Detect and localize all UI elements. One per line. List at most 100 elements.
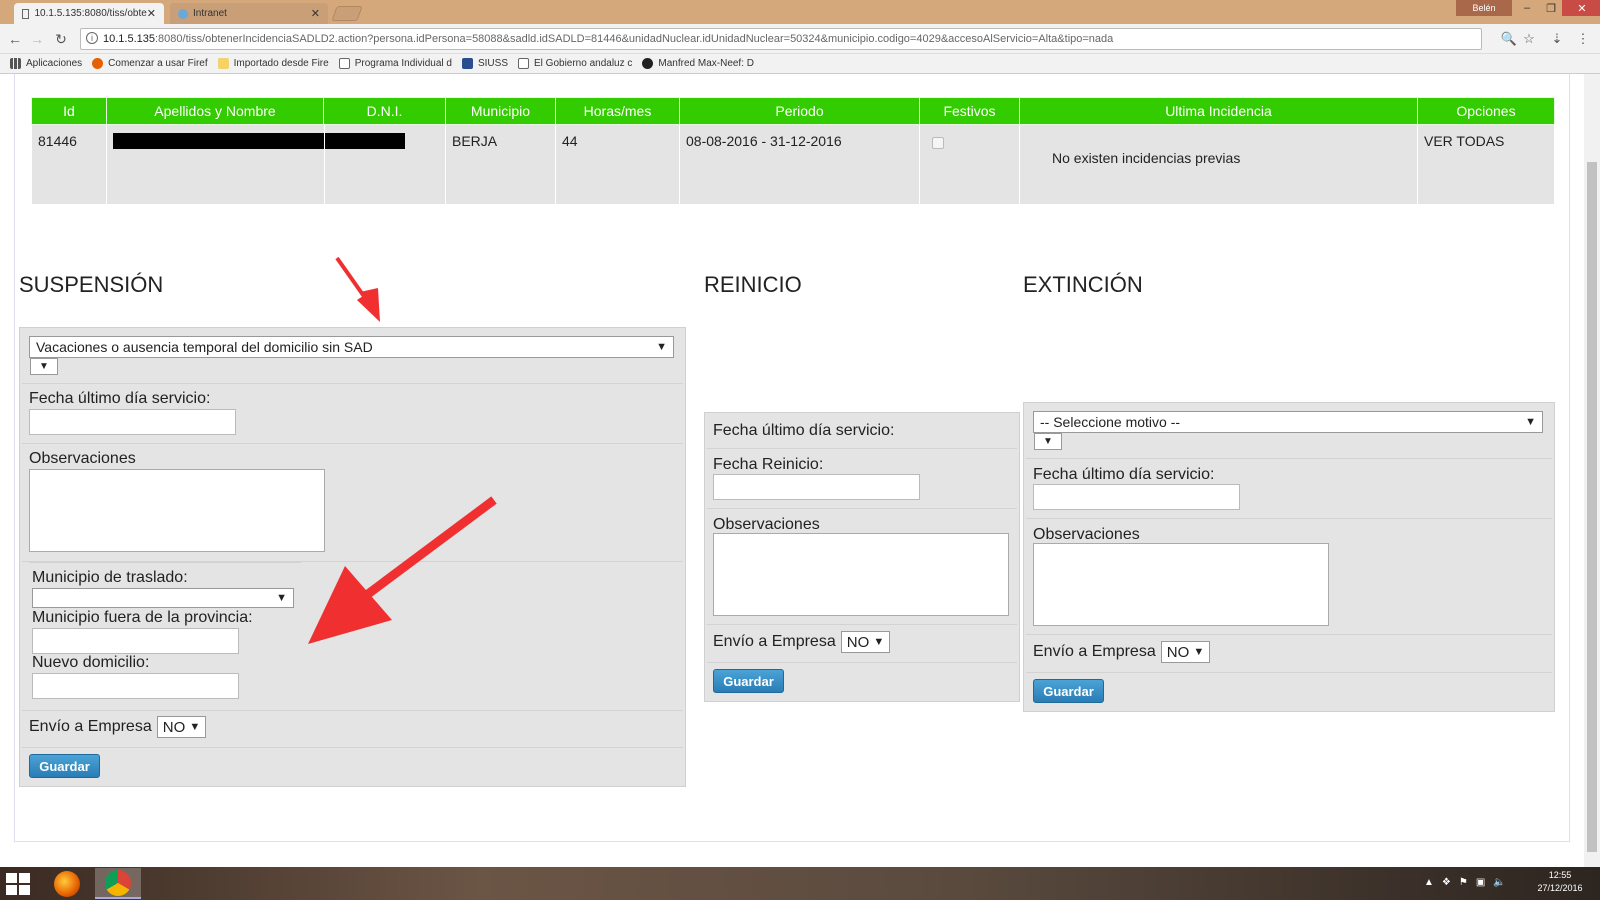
reinicio-fecha-input[interactable] — [713, 474, 920, 500]
close-tab-icon[interactable]: ✕ — [147, 7, 156, 20]
chevron-down-icon: ▼ — [656, 341, 667, 353]
ver-todas-link[interactable]: VER TODAS — [1417, 124, 1555, 205]
close-window-button[interactable]: ✕ — [1562, 0, 1600, 16]
bookmark-label: Aplicaciones — [26, 58, 83, 69]
bookmark-gobierno[interactable]: El Gobierno andaluz c — [518, 58, 632, 69]
col-header-horas: Horas/mes — [555, 97, 680, 125]
reinicio-envio-label: Envío a Empresa — [713, 633, 836, 650]
chevron-down-icon: ▼ — [39, 361, 49, 372]
extincion-submotivo-select[interactable]: ▼ — [1034, 433, 1062, 450]
nuevo-domicilio-label: Nuevo domicilio: — [32, 654, 150, 671]
extincion-fecha-input[interactable] — [1033, 484, 1240, 510]
url-host: 10.1.5.135 — [103, 33, 155, 45]
extincion-envio-value: NO — [1166, 643, 1190, 661]
menu-icon[interactable]: ⋮ — [1574, 30, 1592, 48]
page-favicon-icon — [22, 8, 30, 19]
extincion-obs-textarea[interactable] — [1033, 543, 1329, 626]
extincion-obs-label: Observaciones — [1033, 526, 1140, 543]
maximize-button[interactable]: ❐ — [1540, 0, 1562, 16]
municipio-fuera-input[interactable] — [32, 628, 239, 654]
extincion-envio-select[interactable]: NO ▼ — [1160, 641, 1211, 663]
bookmark-star-icon[interactable]: ☆ — [1520, 30, 1538, 48]
siuss-icon — [461, 58, 473, 69]
col-header-id: Id — [31, 97, 107, 125]
folder-icon — [217, 58, 229, 69]
forward-arrow-icon[interactable]: → — [28, 30, 46, 48]
municipio-traslado-label: Municipio de traslado: — [32, 569, 188, 586]
cell-id: 81446 — [31, 124, 107, 205]
suspension-submotivo-select[interactable]: ▼ — [30, 358, 58, 375]
reinicio-obs-textarea[interactable] — [713, 533, 1009, 616]
col-header-municipio: Municipio — [445, 97, 556, 125]
chrome-taskbar-icon[interactable] — [95, 868, 141, 899]
chevron-down-icon: ▼ — [1525, 416, 1536, 428]
bookmark-importado[interactable]: Importado desde Fire — [217, 58, 329, 69]
reinicio-fecha-ultimo-label: Fecha último día servicio: — [713, 422, 895, 439]
scrollbar-thumb[interactable] — [1587, 162, 1597, 852]
suspension-envio-select[interactable]: NO ▼ — [156, 716, 207, 738]
municipio-traslado-select[interactable]: ▼ — [32, 588, 294, 608]
suspension-obs-textarea[interactable] — [29, 469, 325, 552]
profile-button[interactable]: Belén — [1456, 0, 1512, 16]
reinicio-envio-select[interactable]: NO ▼ — [840, 631, 891, 653]
extincion-envio-label: Envío a Empresa — [1033, 643, 1156, 660]
col-header-dni: D.N.I. — [323, 97, 446, 125]
suspension-motivo-value: Vacaciones o ausencia temporal del domic… — [36, 339, 373, 355]
bookmark-label: SIUSS — [477, 58, 508, 69]
windows-start-icon[interactable] — [6, 873, 30, 895]
bookmark-aplicaciones[interactable]: Aplicaciones — [10, 58, 82, 69]
municipio-fuera-label: Municipio fuera de la provincia: — [32, 609, 253, 626]
nuevo-domicilio-input[interactable] — [32, 673, 239, 699]
extincion-motivo-select[interactable]: -- Seleccione motivo -- ▼ — [1033, 411, 1543, 433]
chevron-down-icon: ▼ — [873, 636, 885, 648]
bookmarks-bar: Aplicaciones Comenzar a usar Firef Impor… — [0, 54, 1600, 74]
extincion-envio: Envío a Empresa NO ▼ — [1033, 641, 1211, 663]
clock-time: 12:55 — [1548, 870, 1572, 880]
reinicio-fecha-label: Fecha Reinicio: — [713, 456, 824, 473]
zoom-icon[interactable]: 🔍 — [1500, 30, 1518, 48]
bookmark-firefox[interactable]: Comenzar a usar Firef — [92, 58, 208, 69]
back-arrow-icon[interactable]: ← — [6, 30, 24, 48]
firefox-taskbar-icon[interactable] — [44, 868, 90, 899]
festivos-checkbox[interactable] — [932, 137, 944, 149]
minimize-button[interactable]: – — [1516, 0, 1538, 16]
windows-taskbar — [0, 867, 1600, 900]
address-bar[interactable]: 10.1.5.135:8080/tiss/obtenerIncidenciaSA… — [80, 28, 1482, 50]
suspension-motivo-select[interactable]: Vacaciones o ausencia temporal del domic… — [29, 336, 674, 358]
chevron-down-icon: ▼ — [1043, 436, 1053, 447]
bookmark-manfred[interactable]: Manfred Max-Neef: D — [642, 58, 754, 69]
suspension-fecha-input[interactable] — [29, 409, 236, 435]
service-table: Id Apellidos y Nombre D.N.I. Municipio H… — [31, 97, 1555, 205]
cell-ultima: No existen incidencias previas — [1019, 124, 1418, 205]
close-tab-icon[interactable]: ✕ — [311, 7, 320, 20]
bookmark-siuss[interactable]: SIUSS — [461, 58, 508, 69]
site-info-icon[interactable]: i — [86, 32, 98, 44]
chevron-down-icon: ▼ — [189, 721, 201, 733]
tab-intranet[interactable]: Intranet ✕ — [170, 3, 328, 24]
suspension-guardar-button[interactable]: Guardar — [29, 754, 100, 778]
intranet-favicon-icon — [178, 8, 188, 19]
tray-expand-icon[interactable]: ▲ — [1424, 877, 1434, 888]
chevron-down-icon: ▼ — [276, 592, 287, 604]
url-path: :8080/tiss/obtenerIncidenciaSADLD2.actio… — [155, 33, 1114, 45]
extension-icon[interactable]: ⇣ — [1548, 30, 1566, 48]
volume-icon[interactable]: 🔈 — [1493, 877, 1505, 888]
bookmark-label: Comenzar a usar Firef — [108, 58, 208, 69]
tab-active[interactable]: 10.1.5.135:8080/tiss/obte ✕ — [14, 3, 164, 24]
apps-grid-icon — [10, 58, 21, 69]
dropbox-icon[interactable]: ❖ — [1442, 877, 1451, 888]
taskbar-clock[interactable]: 12:55 27/12/2016 — [1530, 869, 1590, 895]
extincion-fecha-label: Fecha último día servicio: — [1033, 466, 1215, 483]
reinicio-guardar-button[interactable]: Guardar — [713, 669, 784, 693]
bookmark-programa[interactable]: Programa Individual d — [338, 58, 452, 69]
bookmark-label: Importado desde Fire — [233, 58, 329, 69]
manfred-icon — [642, 58, 654, 69]
extincion-guardar-button[interactable]: Guardar — [1033, 679, 1104, 703]
network-icon[interactable]: ▣ — [1476, 877, 1485, 888]
reinicio-envio-value: NO — [846, 633, 870, 651]
reload-icon[interactable]: ↻ — [52, 30, 70, 48]
column-divider — [324, 124, 325, 204]
redacted-name-bar — [113, 133, 405, 149]
flag-icon[interactable]: ⚑ — [1459, 877, 1468, 888]
col-header-nombre: Apellidos y Nombre — [106, 97, 324, 125]
